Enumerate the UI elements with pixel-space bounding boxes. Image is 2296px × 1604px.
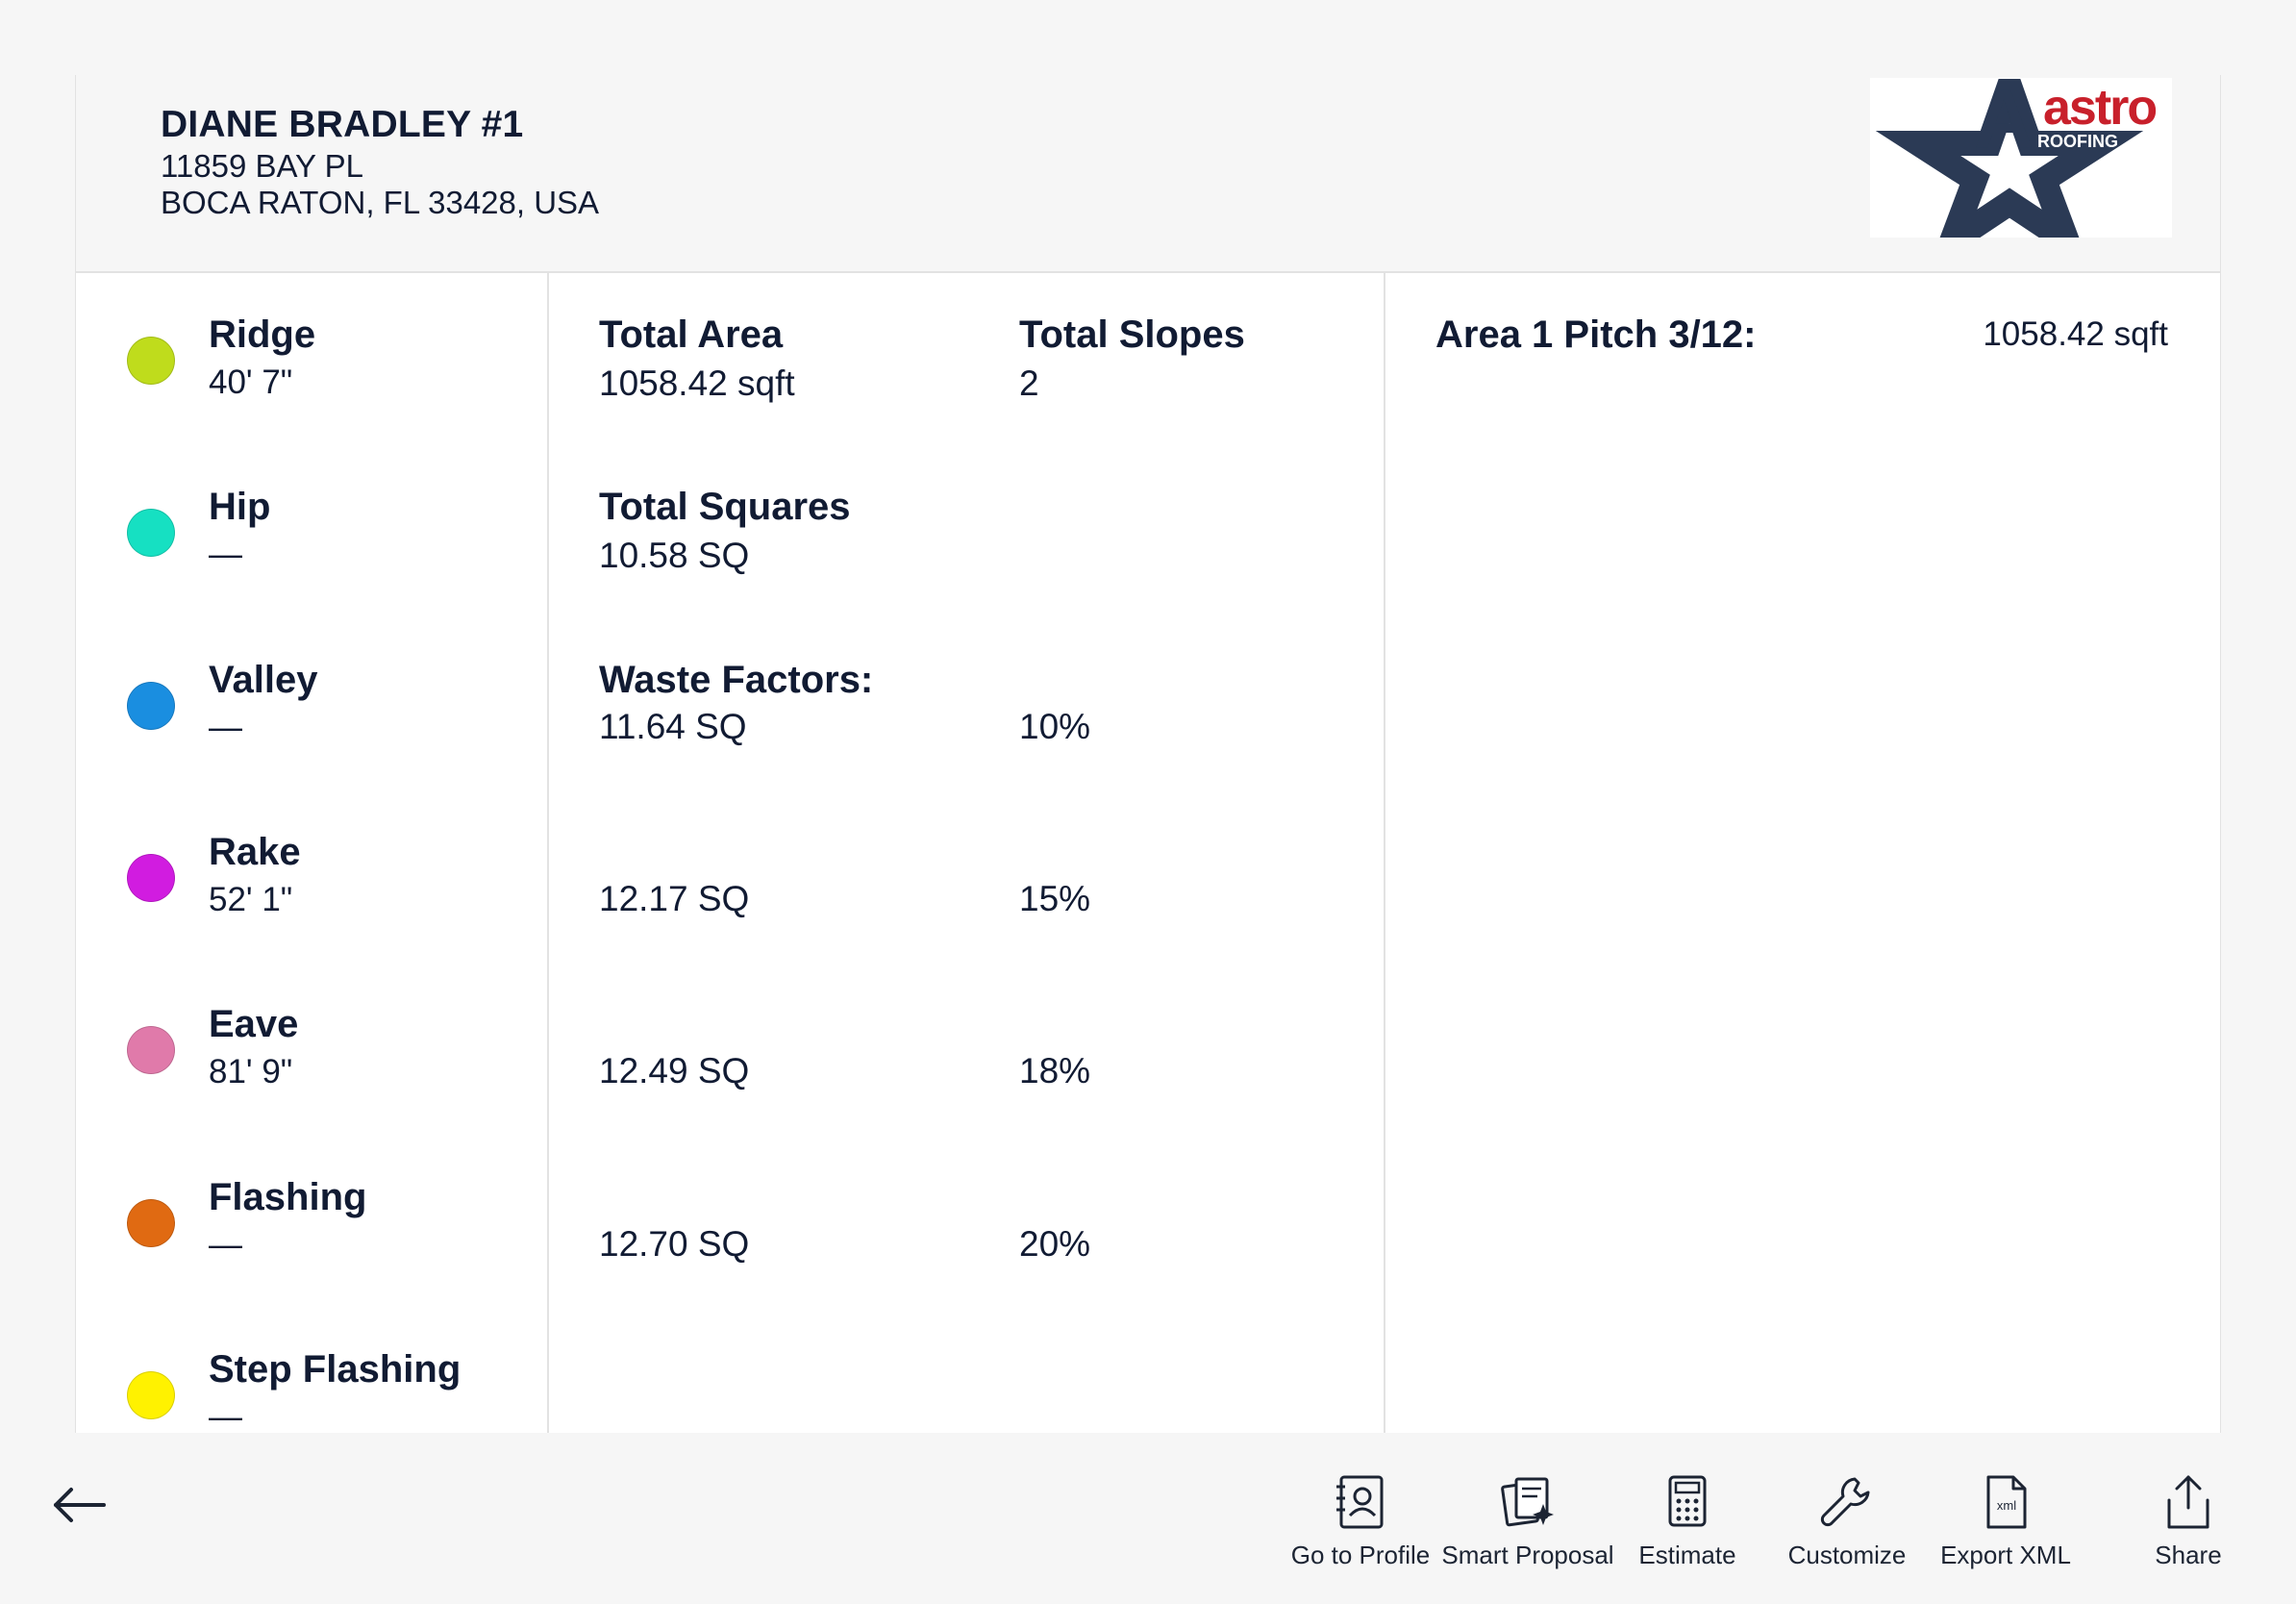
line-item-value: 52' 1" (209, 881, 293, 918)
share-button[interactable]: Share (2102, 1471, 2275, 1587)
total-area-label: Total Area (599, 313, 784, 356)
waste-factor-percent: 15% (1019, 879, 1091, 918)
measurement-report: DIANE BRADLEY #1 11859 BAY PL BOCA RATON… (75, 75, 2221, 1433)
line-item-valley: Valley — (76, 659, 547, 774)
back-button[interactable] (48, 1476, 112, 1534)
line-item-value: — (209, 536, 242, 573)
line-item-ridge: Ridge 40' 7" (76, 313, 547, 429)
step-flashing-color-dot (127, 1371, 175, 1419)
line-item-label: Hip (209, 486, 271, 528)
waste-factor-squares: 12.17 SQ (599, 879, 750, 918)
logo-word: astro (2043, 80, 2156, 136)
logo-tagline: ROOFING (2037, 132, 2118, 151)
column-divider (1384, 273, 1385, 1433)
logo-letter: A (1974, 78, 2034, 165)
eave-color-dot (127, 1026, 175, 1074)
line-item-flashing: Flashing — (76, 1176, 547, 1291)
xml-file-icon: xml (1986, 1475, 2027, 1529)
line-item-label: Rake (209, 831, 301, 873)
client-name: DIANE BRADLEY #1 (161, 104, 524, 145)
total-slopes-label: Total Slopes (1019, 313, 1245, 356)
area-pitch-label: Area 1 Pitch 3/12: (1435, 313, 1757, 356)
smart-proposal-icon (1501, 1477, 1554, 1527)
valley-color-dot (127, 682, 175, 730)
waste-factor-squares: 12.70 SQ (599, 1224, 750, 1264)
astro-roofing-logo: A astro ROOFING (1870, 78, 2172, 238)
line-item-step-flashing: Step Flashing — (76, 1348, 547, 1433)
ridge-color-dot (127, 337, 175, 385)
area-pitch-value: 1058.42 sqft (1983, 315, 2168, 353)
waste-factor-squares: 11.64 SQ (599, 707, 747, 746)
line-item-rake: Rake 52' 1" (76, 831, 547, 946)
rake-color-dot (127, 854, 175, 902)
line-item-value: 81' 9" (209, 1053, 293, 1090)
waste-factor-percent: 20% (1019, 1224, 1091, 1264)
column-divider (547, 273, 549, 1433)
total-slopes-value: 2 (1019, 363, 1039, 403)
calculator-icon (1668, 1475, 1707, 1527)
waste-factor-squares: 12.49 SQ (599, 1051, 750, 1090)
export-xml-button[interactable]: xml Export XML (1919, 1471, 2092, 1587)
tool-label: Share (2155, 1541, 2222, 1569)
line-item-value: — (209, 1226, 242, 1264)
report-header: DIANE BRADLEY #1 11859 BAY PL BOCA RATON… (76, 75, 2220, 273)
svg-text:xml: xml (1997, 1498, 2016, 1513)
wrench-icon (1820, 1477, 1870, 1527)
total-squares-value: 10.58 SQ (599, 536, 750, 575)
line-item-label: Ridge (209, 313, 316, 356)
client-address-line1: 11859 BAY PL (161, 148, 364, 184)
line-item-value: — (209, 1398, 242, 1433)
total-squares-label: Total Squares (599, 486, 851, 528)
profile-book-icon (1336, 1475, 1384, 1529)
line-item-label: Flashing (209, 1176, 367, 1218)
share-icon (2167, 1475, 2209, 1529)
waste-factor-percent: 10% (1019, 707, 1091, 746)
line-item-label: Step Flashing (209, 1348, 462, 1391)
line-item-label: Eave (209, 1003, 299, 1045)
line-item-value: 40' 7" (209, 363, 293, 401)
arrow-left-icon (54, 1488, 106, 1522)
waste-factor-percent: 18% (1019, 1051, 1091, 1090)
line-item-eave: Eave 81' 9" (76, 1003, 547, 1118)
line-item-value: — (209, 709, 242, 746)
line-item-hip: Hip — (76, 486, 547, 601)
hip-color-dot (127, 509, 175, 557)
client-address-line2: BOCA RATON, FL 33428, USA (161, 185, 600, 220)
flashing-color-dot (127, 1199, 175, 1247)
total-area-value: 1058.42 sqft (599, 363, 795, 403)
waste-factors-label: Waste Factors: (599, 659, 874, 701)
company-logo: A astro ROOFING (1870, 78, 2172, 238)
bottom-toolbar: Go to Profile Smart Proposal Estimate Cu… (0, 1433, 2296, 1604)
line-item-label: Valley (209, 659, 318, 701)
